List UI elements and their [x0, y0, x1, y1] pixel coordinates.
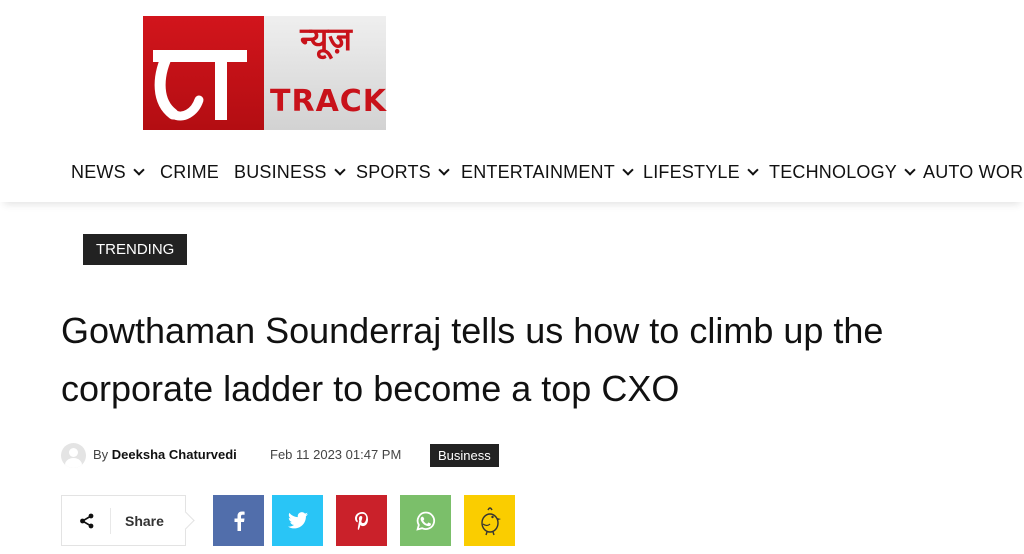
pinterest-icon [354, 511, 368, 530]
nav-item-business[interactable]: BUSINESS [234, 162, 346, 183]
logo-hindi-text: न्यूज़ [300, 20, 352, 58]
nav-item-news[interactable]: NEWS [71, 162, 145, 183]
nav-item-label: TECHNOLOGY [769, 162, 898, 182]
share-pinterest-button[interactable] [336, 495, 387, 546]
nav-item-label: LIFESTYLE [643, 162, 740, 182]
chevron-down-icon [133, 164, 145, 176]
publish-date: Feb 11 2023 01:47 PM [270, 447, 402, 462]
main-nav: NEWS CRIME BUSINESS SPORTS ENTERTAINMENT… [0, 150, 1024, 202]
facebook-icon [234, 511, 245, 531]
nav-item-technology[interactable]: TECHNOLOGY [769, 162, 916, 183]
chevron-down-icon [622, 164, 634, 176]
nav-item-crime[interactable]: CRIME [160, 162, 219, 183]
author-link[interactable]: Deeksha Chaturvedi [112, 447, 237, 462]
share-whatsapp-button[interactable] [400, 495, 451, 546]
nav-item-sports[interactable]: SPORTS [356, 162, 450, 183]
chevron-down-icon [747, 164, 759, 176]
share-toggle[interactable]: Share [61, 495, 186, 546]
logo-n-glyph-icon [153, 50, 247, 121]
category-badge[interactable]: Business [430, 444, 499, 467]
nav-item-entertainment[interactable]: ENTERTAINMENT [461, 162, 634, 183]
nav-item-label: SPORTS [356, 162, 431, 182]
nav-item-auto-world[interactable]: AUTO WORLD [923, 162, 1024, 183]
chevron-down-icon [438, 164, 450, 176]
whatsapp-icon [415, 511, 435, 531]
nav-item-label: AUTO WORLD [923, 162, 1024, 182]
by-label: By [93, 447, 109, 462]
chevron-down-icon [904, 164, 916, 176]
share-koo-button[interactable] [464, 495, 515, 546]
twitter-icon [287, 512, 308, 529]
site-logo[interactable]: न्यूज़ TRACK [143, 16, 386, 130]
nav-item-label: BUSINESS [234, 162, 327, 182]
share-twitter-button[interactable] [272, 495, 323, 546]
article-title: Gowthaman Sounderraj tells us how to cli… [61, 310, 884, 409]
logo-mark [143, 16, 264, 130]
byline: By Deeksha Chaturvedi [93, 447, 237, 462]
logo-track-text: TRACK [270, 84, 388, 119]
logo-wordmark: न्यूज़ TRACK [264, 16, 386, 130]
nav-item-label: NEWS [71, 162, 126, 182]
trending-tag[interactable]: TRENDING [83, 234, 188, 265]
chevron-down-icon [333, 164, 346, 176]
share-facebook-button[interactable] [213, 495, 264, 546]
author-avatar[interactable] [61, 443, 86, 468]
share-label: Share [125, 513, 164, 529]
nav-item-label: CRIME [160, 162, 219, 182]
koo-bird-icon [480, 506, 501, 535]
nav-item-lifestyle[interactable]: LIFESTYLE [643, 162, 759, 183]
share-icon [80, 513, 94, 529]
nav-item-label: ENTERTAINMENT [461, 162, 615, 182]
